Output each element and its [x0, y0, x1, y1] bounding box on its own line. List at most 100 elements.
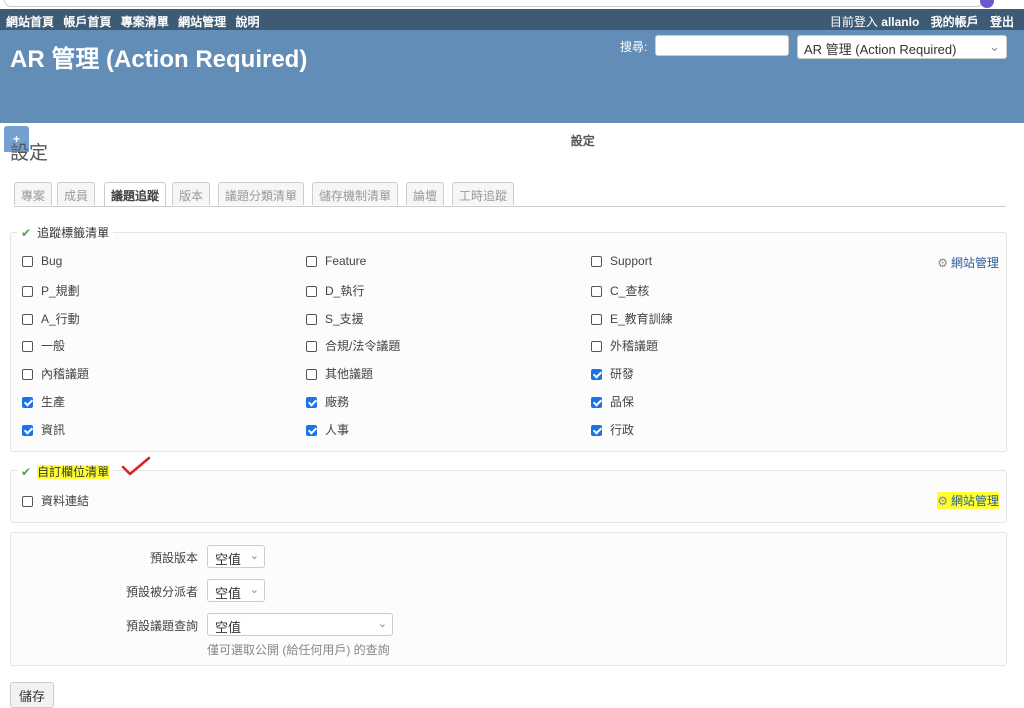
tracker-p-plan[interactable]: P_規劃	[22, 282, 80, 299]
tracker-label: 其他議題	[325, 367, 374, 381]
tracker-bug[interactable]: Bug	[22, 254, 62, 268]
tracker-d-do[interactable]: D_執行	[306, 282, 364, 299]
chevron-down-icon: ⌄	[377, 618, 387, 630]
red-checkmark-annotation	[121, 456, 151, 476]
tracker-checkbox[interactable]	[22, 425, 33, 436]
tracker-checkbox[interactable]	[22, 369, 33, 380]
tab-boards[interactable]: 論壇	[406, 182, 445, 205]
project-jump-value: AR 管理 (Action Required)	[804, 42, 957, 57]
tracker-label: E_教育訓練	[610, 312, 673, 326]
tracker-label: A_行動	[41, 312, 80, 326]
tracker-checkbox[interactable]	[306, 314, 317, 325]
tab-issue-tracking[interactable]: 議題追蹤	[104, 182, 167, 206]
tracker-checkbox[interactable]	[306, 425, 317, 436]
username-link[interactable]: allanlo	[881, 15, 919, 29]
tracker-other[interactable]: 其他議題	[306, 365, 373, 382]
tracker-s-support[interactable]: S_支援	[306, 310, 364, 327]
chevron-down-icon: ⌄	[249, 550, 259, 562]
browser-profile-icon[interactable]	[980, 0, 994, 8]
tracker-general[interactable]: 一般	[22, 337, 65, 354]
tracker-checkbox[interactable]	[591, 286, 602, 297]
tracker-checkbox[interactable]	[591, 256, 602, 267]
trackers-admin-link[interactable]: ⚙ 網站管理	[937, 254, 999, 271]
top-link-my-page[interactable]: 帳戶首頁	[63, 15, 111, 29]
top-link-help[interactable]: 說明	[235, 15, 259, 29]
default-query-value: 空值	[215, 620, 242, 635]
tracker-checkbox[interactable]	[22, 256, 33, 267]
tracker-label: 合規/法令議題	[325, 339, 401, 353]
browser-edge	[0, 0, 1024, 9]
tab-time-tracking[interactable]: 工時追蹤	[452, 182, 515, 205]
tracker-checkbox[interactable]	[591, 397, 602, 408]
custom-fields-admin-link[interactable]: ⚙ 網站管理	[937, 492, 999, 509]
tracker-admin[interactable]: 行政	[591, 421, 634, 438]
tracker-label: 一般	[41, 339, 66, 353]
search-label: 搜尋:	[620, 40, 648, 54]
trackers-legend-label: 追蹤標籤清單	[37, 226, 110, 240]
my-account-link[interactable]: 我的帳戶	[931, 15, 979, 29]
tracker-it[interactable]: 資訊	[22, 421, 65, 438]
tracker-checkbox[interactable]	[306, 397, 317, 408]
tracker-hr[interactable]: 人事	[306, 421, 349, 438]
top-link-home[interactable]: 網站首頁	[6, 15, 54, 29]
custom-fields-legend-label: 自訂欄位清單	[37, 465, 110, 479]
tracker-checkbox[interactable]	[306, 341, 317, 352]
custom-field-data-link[interactable]: 資料連結	[22, 492, 89, 509]
tracker-facilities[interactable]: 廠務	[306, 393, 349, 410]
tracker-c-check[interactable]: C_查核	[591, 282, 649, 299]
tracker-label: D_執行	[325, 284, 365, 298]
tracker-quality[interactable]: 品保	[591, 393, 634, 410]
tracker-compliance[interactable]: 合規/法令議題	[306, 337, 400, 354]
search-input[interactable]	[655, 35, 789, 56]
logged-in-prefix: 目前登入	[829, 15, 878, 29]
check-icon: ✔	[21, 226, 32, 240]
custom-fields-legend[interactable]: ✔ 自訂欄位清單	[17, 463, 114, 480]
default-version-select[interactable]: 空值 ⌄	[207, 545, 265, 568]
tracker-production[interactable]: 生產	[22, 393, 65, 410]
tracker-checkbox[interactable]	[306, 256, 317, 267]
tab-issue-categories[interactable]: 議題分類清單	[218, 182, 305, 205]
gear-icon: ⚙	[937, 494, 948, 508]
tracker-checkbox[interactable]	[591, 341, 602, 352]
save-button[interactable]: 儲存	[10, 682, 55, 708]
tab-versions[interactable]: 版本	[172, 182, 211, 205]
tracker-e-training[interactable]: E_教育訓練	[591, 310, 673, 327]
project-jump-select[interactable]: AR 管理 (Action Required) ⌄	[797, 35, 1007, 59]
tracker-feature[interactable]: Feature	[306, 254, 366, 268]
tracker-label: 人事	[325, 423, 350, 437]
default-query-select[interactable]: 空值 ⌄	[207, 613, 393, 636]
tracker-checkbox[interactable]	[22, 397, 33, 408]
tab-repositories[interactable]: 儲存機制清單	[312, 182, 399, 205]
tracker-rd[interactable]: 研發	[591, 365, 634, 382]
custom-fields-fieldset: ✔ 自訂欄位清單 ⚙ 網站管理 資料連結	[10, 463, 1007, 523]
tracker-checkbox[interactable]	[22, 314, 33, 325]
tracker-label: 行政	[610, 423, 635, 437]
check-icon: ✔	[21, 465, 32, 479]
tab-members[interactable]: 成員	[57, 182, 96, 205]
tracker-checkbox[interactable]	[306, 286, 317, 297]
tab-project[interactable]: 專案	[14, 182, 53, 205]
tracker-checkbox[interactable]	[591, 425, 602, 436]
chevron-down-icon: ⌄	[989, 39, 1000, 54]
tracker-label: Support	[610, 254, 653, 268]
default-version-value: 空值	[215, 552, 242, 567]
tracker-checkbox[interactable]	[591, 369, 602, 380]
logout-link[interactable]: 登出	[990, 15, 1014, 29]
tracker-checkbox[interactable]	[591, 314, 602, 325]
tracker-checkbox[interactable]	[306, 369, 317, 380]
tracker-internal-audit[interactable]: 內稽議題	[22, 365, 89, 382]
custom-field-checkbox[interactable]	[22, 496, 33, 507]
tracker-label: 研發	[610, 367, 635, 381]
top-link-projects[interactable]: 專案清單	[121, 15, 169, 29]
tracker-a-act[interactable]: A_行動	[22, 310, 80, 327]
tracker-support[interactable]: Support	[591, 254, 652, 268]
top-menu-left: 網站首頁 帳戶首頁 專案清單 網站管理 說明	[6, 13, 265, 30]
tracker-checkbox[interactable]	[22, 341, 33, 352]
default-assignee-select[interactable]: 空值 ⌄	[207, 579, 265, 602]
tracker-checkbox[interactable]	[22, 286, 33, 297]
custom-fields-admin-label: 網站管理	[950, 494, 999, 508]
top-link-administration[interactable]: 網站管理	[178, 15, 226, 29]
tracker-external-audit[interactable]: 外稽議題	[591, 337, 658, 354]
tracker-label: C_查核	[610, 284, 650, 298]
trackers-legend[interactable]: ✔ 追蹤標籤清單	[17, 224, 114, 241]
